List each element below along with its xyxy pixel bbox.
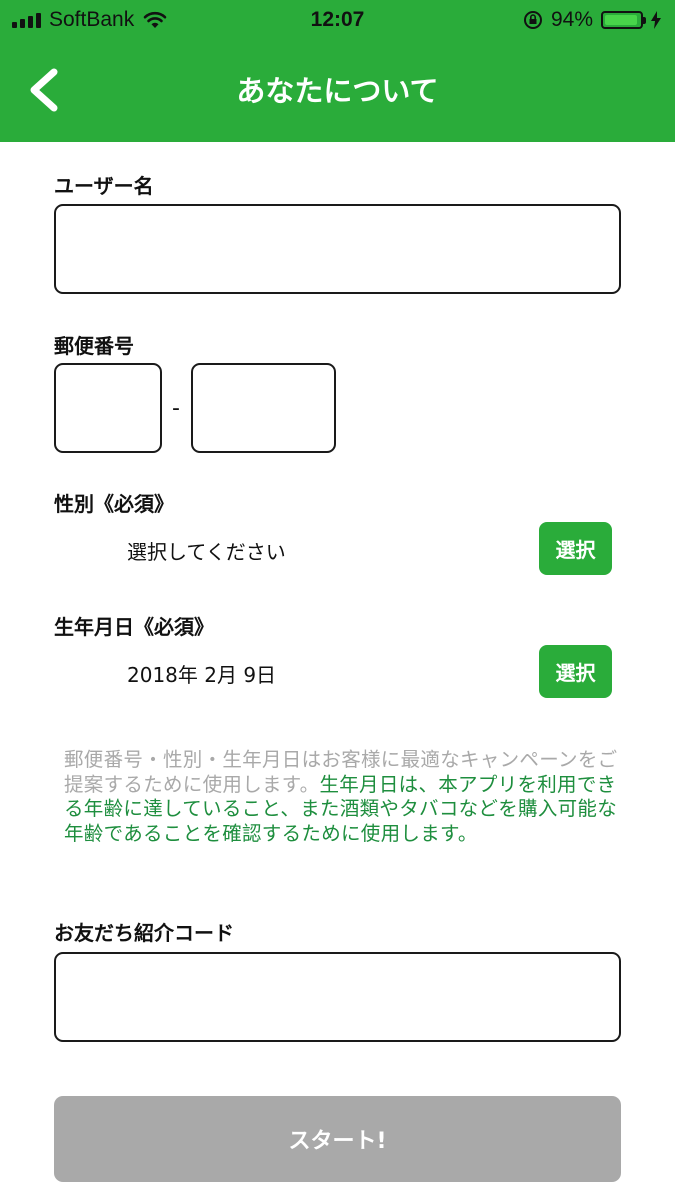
page-title: あなたについて (236, 74, 439, 108)
battery-percent: 94% (550, 8, 593, 31)
postal-code-separator: - (172, 396, 180, 421)
gender-label: 性別《必須》 (54, 492, 174, 516)
gender-value: 選択してください (127, 540, 286, 564)
battery-fill (605, 15, 637, 25)
start-button[interactable]: スタート! (54, 1096, 621, 1182)
status-bar: SoftBank 12:07 94% (0, 0, 675, 38)
postal-code-first-input[interactable] (54, 363, 162, 453)
privacy-note: 郵便番号・性別・生年月日はお客様に最適なキャンペーンをご提案するために使用します… (64, 748, 619, 846)
battery-icon (601, 11, 646, 29)
referral-code-input[interactable] (54, 952, 621, 1042)
status-right: 94% (523, 8, 661, 32)
birthday-select-button[interactable]: 選択 (539, 645, 612, 698)
birthday-label: 生年月日《必須》 (54, 615, 214, 639)
charging-icon (651, 11, 661, 29)
referral-code-label: お友だち紹介コード (54, 921, 234, 945)
screen: SoftBank 12:07 94% あなたについて ユーザー名 郵便番号 - … (0, 0, 675, 1200)
username-input[interactable] (54, 204, 621, 294)
username-label: ユーザー名 (54, 174, 154, 198)
gender-select-button[interactable]: 選択 (539, 522, 612, 575)
postal-code-second-input[interactable] (191, 363, 336, 453)
postal-code-label: 郵便番号 (54, 334, 134, 358)
orientation-lock-icon (523, 11, 542, 29)
birthday-value: 2018年 2月 9日 (127, 663, 277, 687)
nav-bar: あなたについて (0, 38, 675, 142)
